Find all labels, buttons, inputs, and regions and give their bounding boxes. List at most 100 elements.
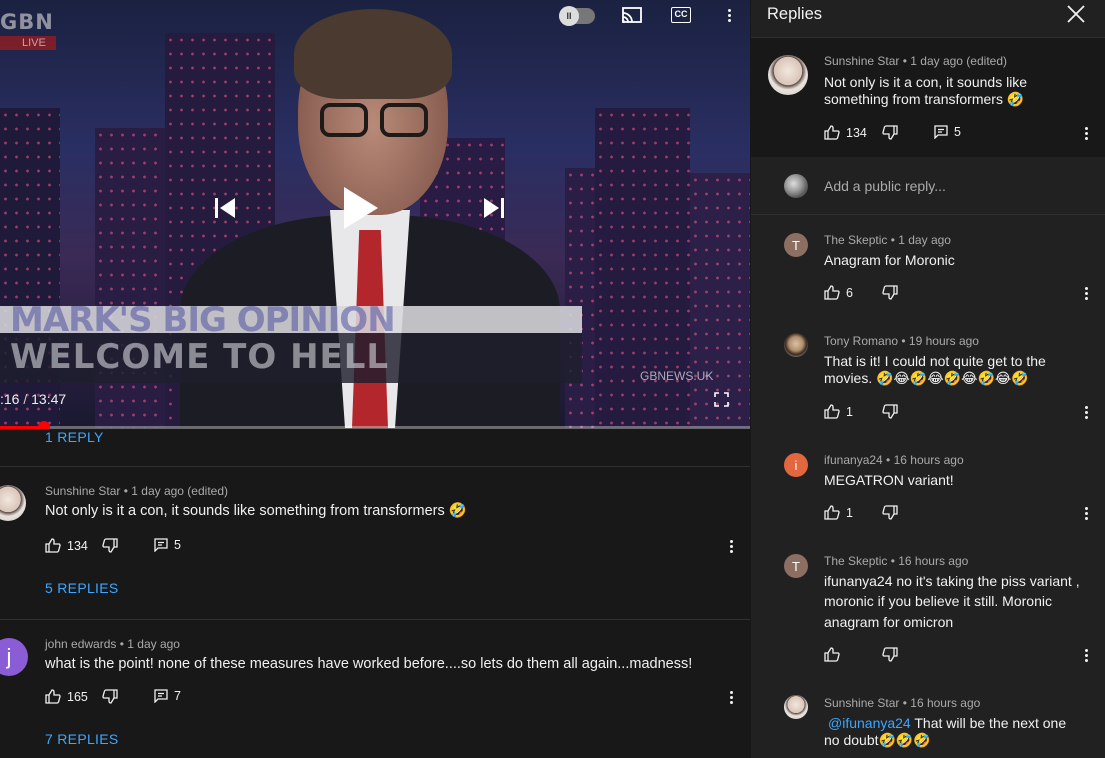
thumbs-down-icon xyxy=(882,505,898,520)
comment-text-line: ifunanya24 no it's taking the piss varia… xyxy=(824,573,1080,589)
comment-meta: Sunshine Star • 1 day ago (edited) xyxy=(824,54,1007,68)
close-icon[interactable] xyxy=(1066,4,1086,24)
thumbs-down-icon xyxy=(102,538,118,553)
comments-section: 1 REPLY Sunshine Star • 1 day ago (edite… xyxy=(0,429,750,758)
dislike-button[interactable] xyxy=(102,689,118,704)
dislike-button[interactable] xyxy=(882,125,898,140)
thumbs-up-icon xyxy=(824,125,840,140)
like-count: 134 xyxy=(846,125,867,140)
more-vert-icon[interactable] xyxy=(728,9,732,24)
captions-icon[interactable]: CC xyxy=(671,7,691,23)
thumbs-down-icon xyxy=(882,404,898,419)
comment-author[interactable]: Tony Romano xyxy=(824,334,898,348)
live-badge: LIVE xyxy=(0,36,56,50)
cast-icon[interactable] xyxy=(621,6,643,26)
comment-meta: ifunanya24 • 16 hours ago xyxy=(824,453,964,467)
comment-author[interactable]: The Skeptic xyxy=(824,233,887,247)
dislike-button[interactable] xyxy=(882,404,898,419)
comment-time: 1 day ago xyxy=(127,637,180,651)
comment-more-icon[interactable] xyxy=(1085,127,1089,142)
thumbs-down-icon xyxy=(882,285,898,300)
comment-time: 16 hours ago xyxy=(893,453,964,467)
avatar[interactable] xyxy=(0,485,26,521)
comment-meta: john edwards • 1 day ago xyxy=(45,637,180,651)
like-button[interactable]: 6 xyxy=(824,285,853,300)
avatar[interactable]: T xyxy=(784,554,808,578)
autoplay-toggle[interactable]: II xyxy=(559,6,595,26)
mention-link[interactable]: @ifunanya24 xyxy=(828,715,911,731)
divider xyxy=(0,619,750,620)
reply-comment-icon xyxy=(154,538,168,552)
channel-watermark: GBNEWS.UK xyxy=(640,369,714,383)
comment-author[interactable]: The Skeptic xyxy=(824,554,887,568)
reply-input[interactable]: Add a public reply... xyxy=(824,178,946,194)
like-count: 6 xyxy=(846,285,853,300)
avatar[interactable] xyxy=(784,695,808,719)
comment-more-icon[interactable] xyxy=(1085,507,1089,522)
comment-time: 16 hours ago xyxy=(910,696,981,710)
comment-meta: The Skeptic • 16 hours ago xyxy=(824,554,969,568)
thumbs-up-icon xyxy=(45,538,61,553)
comment-text-line: That is it! I could not quite get to the xyxy=(824,353,1046,369)
avatar[interactable]: T xyxy=(784,233,808,257)
avatar[interactable]: j xyxy=(0,638,28,676)
reply-button[interactable]: 5 xyxy=(154,538,181,552)
comment-more-icon[interactable] xyxy=(1085,406,1089,421)
reply-comment-icon xyxy=(154,689,168,703)
reply-button[interactable]: 5 xyxy=(934,125,961,139)
channel-logo: GBN xyxy=(0,10,54,34)
comment-text-line: MEGATRON variant! xyxy=(824,472,954,488)
comment-more-icon[interactable] xyxy=(730,540,734,555)
comment-author[interactable]: john edwards xyxy=(45,637,116,651)
view-replies-link[interactable]: 5 REPLIES xyxy=(45,580,119,596)
comment-more-icon[interactable] xyxy=(1085,649,1089,664)
reply-button[interactable]: 7 xyxy=(154,689,181,703)
thumbs-up-icon xyxy=(824,285,840,300)
comment-more-icon[interactable] xyxy=(730,691,734,706)
fullscreen-icon[interactable] xyxy=(714,392,729,407)
headline-banner-bottom: WELCOME TO HELL xyxy=(0,333,582,383)
view-replies-link[interactable]: 7 REPLIES xyxy=(45,731,119,747)
previous-icon[interactable] xyxy=(213,197,237,219)
comment-time: 16 hours ago xyxy=(898,554,969,568)
comment-more-icon[interactable] xyxy=(1085,287,1089,302)
comment-text: Not only is it a con, it sounds like som… xyxy=(45,503,467,519)
replies-header: Replies xyxy=(751,0,1105,38)
dislike-button[interactable] xyxy=(882,647,898,662)
comment-author[interactable]: Sunshine Star xyxy=(824,54,899,68)
view-replies-link[interactable]: 1 REPLY xyxy=(45,429,104,445)
reply-input-row[interactable]: Add a public reply... xyxy=(751,157,1105,215)
play-icon[interactable] xyxy=(340,185,380,231)
comment-author[interactable]: Sunshine Star xyxy=(824,696,899,710)
headline-banner-top: MARK'S BIG OPINION xyxy=(0,302,582,338)
comment-author[interactable]: Sunshine Star xyxy=(45,484,120,498)
dislike-button[interactable] xyxy=(882,285,898,300)
comment-time: 19 hours ago xyxy=(908,334,979,348)
like-button[interactable]: 134 xyxy=(45,538,88,553)
comment-time: 1 day ago (edited) xyxy=(910,54,1007,68)
video-player[interactable]: GBN LIVE II CC MARK'S BIG OPINION WELCOM… xyxy=(0,0,750,428)
thumbs-up-icon xyxy=(824,505,840,520)
next-icon[interactable] xyxy=(482,197,506,219)
avatar[interactable] xyxy=(768,55,808,95)
comment-author[interactable]: ifunanya24 xyxy=(824,453,883,467)
like-button[interactable]: 1 xyxy=(824,404,853,419)
comment-text-line: Not only is it a con, it sounds like xyxy=(824,74,1028,90)
dislike-button[interactable] xyxy=(882,505,898,520)
comment-text-line: movies. 🤣😂🤣😂🤣😂🤣😂🤣 xyxy=(824,370,1029,386)
comment-text-line: something from transformers 🤣 xyxy=(824,91,1025,107)
reply-comment-icon xyxy=(934,125,948,139)
like-button[interactable] xyxy=(824,647,840,662)
divider xyxy=(0,466,750,467)
dislike-button[interactable] xyxy=(102,538,118,553)
like-button[interactable]: 134 xyxy=(824,125,867,140)
like-button[interactable]: 1 xyxy=(824,505,853,520)
avatar[interactable]: i xyxy=(784,453,808,477)
skyline-building xyxy=(95,128,165,428)
skyline-building xyxy=(690,173,750,428)
comment-time: 1 day ago xyxy=(898,233,951,247)
like-button[interactable]: 165 xyxy=(45,689,88,704)
avatar[interactable] xyxy=(784,333,808,357)
replies-panel: Replies Sunshine Star • 1 day ago (edite… xyxy=(751,0,1105,758)
comment-text: That will be the next one xyxy=(910,715,1067,731)
